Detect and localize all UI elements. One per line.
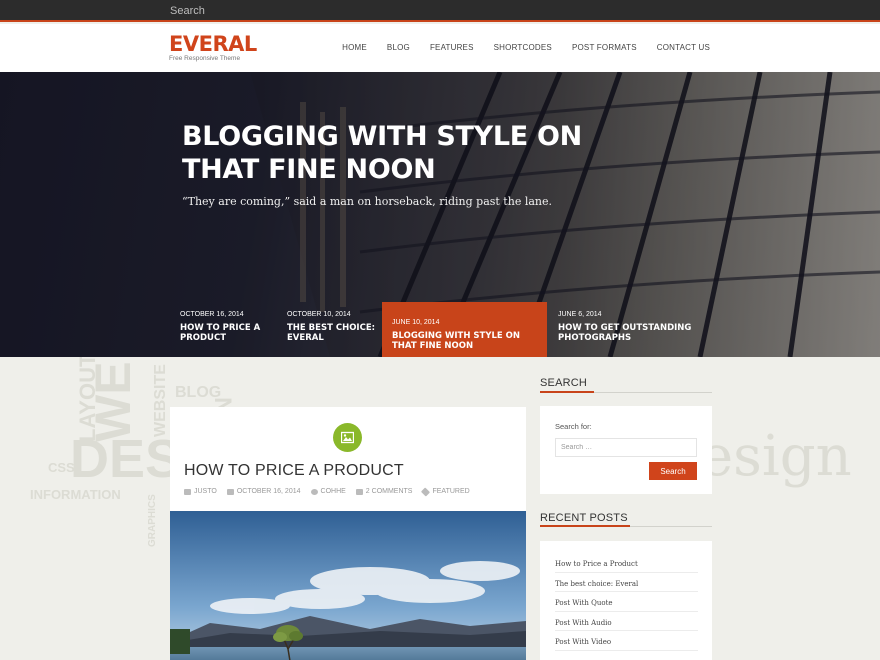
top-search-input[interactable] bbox=[170, 3, 470, 19]
slide-title: HOW TO PRICE A PRODUCT bbox=[180, 323, 261, 343]
recent-post-link[interactable]: How to Price a Product bbox=[555, 553, 698, 573]
nav-shortcodes[interactable]: SHORTCODES bbox=[494, 43, 552, 52]
post-user-label: COHHE bbox=[320, 488, 346, 495]
post-comments[interactable]: 2 COMMENTS bbox=[355, 488, 413, 495]
bg-word: GRAPHICS bbox=[147, 494, 158, 547]
slide-title: HOW TO GET OUTSTANDING PHOTOGRAPHS bbox=[558, 323, 692, 343]
recent-post-link[interactable]: Post With Quote bbox=[555, 592, 698, 612]
bg-word: INFORMATION bbox=[30, 487, 121, 502]
tag-icon bbox=[421, 486, 431, 497]
post-meta: JUSTO OCTOBER 16, 2014 COHHE 2 COMMENTS … bbox=[184, 486, 480, 497]
slide-title: BLOGGING WITH STYLE ON THAT FINE NOON bbox=[392, 331, 520, 351]
slide-item[interactable]: OCTOBER 10, 2014 THE BEST CHOICE: EVERAL bbox=[277, 301, 382, 357]
post-card: HOW TO PRICE A PRODUCT JUSTO OCTOBER 16,… bbox=[170, 407, 526, 660]
site-header: EVERAL Free Responsive Theme HOME BLOG F… bbox=[0, 24, 880, 72]
post-comments-label: 2 COMMENTS bbox=[365, 488, 413, 495]
post-user[interactable]: COHHE bbox=[310, 488, 346, 495]
slide-date: JUNE 6, 2014 bbox=[558, 311, 602, 318]
post-category[interactable]: FEATURED bbox=[421, 486, 470, 497]
post-date-label: OCTOBER 16, 2014 bbox=[236, 488, 301, 495]
post-date: OCTOBER 16, 2014 bbox=[226, 488, 301, 495]
post-featured-image[interactable] bbox=[170, 511, 526, 660]
recent-posts-list: How to Price a Product The best choice: … bbox=[555, 553, 698, 651]
nav-post-formats[interactable]: POST FORMATS bbox=[572, 43, 637, 52]
bg-word: LAYOUT bbox=[75, 357, 100, 442]
recent-posts-widget: How to Price a Product The best choice: … bbox=[540, 541, 712, 660]
nav-home[interactable]: HOME bbox=[342, 43, 367, 52]
search-widget-title: SEARCH bbox=[540, 377, 588, 389]
hero-subtitle: “They are coming,” said a man on horseba… bbox=[182, 195, 552, 208]
eye-icon bbox=[184, 488, 191, 495]
site-logo[interactable]: EVERAL bbox=[169, 32, 257, 56]
slider-thumbnails: OCTOBER 16, 2014 HOW TO PRICE A PRODUCT … bbox=[170, 301, 710, 357]
top-search-bar bbox=[0, 0, 880, 22]
search-label: Search for: bbox=[555, 422, 592, 431]
slide-date: OCTOBER 10, 2014 bbox=[287, 311, 351, 318]
post-title[interactable]: HOW TO PRICE A PRODUCT bbox=[184, 462, 404, 480]
hero-slider: BLOGGING WITH STYLE ON THAT FINE NOON “T… bbox=[0, 72, 880, 357]
widget-accent-line bbox=[540, 525, 630, 527]
main-nav: HOME BLOG FEATURES SHORTCODES POST FORMA… bbox=[322, 43, 710, 52]
slide-item[interactable]: JUNE 6, 2014 HOW TO GET OUTSTANDING PHOT… bbox=[548, 301, 708, 357]
bg-word: esign bbox=[700, 424, 852, 489]
hero-title[interactable]: BLOGGING WITH STYLE ON THAT FINE NOON bbox=[182, 120, 602, 186]
bg-word: CSS bbox=[48, 460, 75, 475]
slide-date: OCTOBER 16, 2014 bbox=[180, 311, 244, 318]
image-icon bbox=[333, 423, 362, 452]
recent-post-link[interactable]: Post With Audio bbox=[555, 612, 698, 631]
comment-icon bbox=[355, 488, 363, 495]
recent-post-link[interactable]: The best choice: Everal bbox=[555, 573, 698, 592]
site-tagline: Free Responsive Theme bbox=[169, 55, 241, 62]
nav-contact-us[interactable]: CONTACT US bbox=[657, 43, 710, 52]
recent-post-link[interactable]: Post With Video bbox=[555, 631, 698, 651]
slide-item[interactable]: OCTOBER 16, 2014 HOW TO PRICE A PRODUCT bbox=[170, 301, 277, 357]
post-category-label: FEATURED bbox=[432, 488, 470, 495]
user-icon bbox=[310, 488, 318, 495]
sidebar-search-input[interactable] bbox=[555, 438, 697, 457]
slide-item-active[interactable]: JUNE 10, 2014 BLOGGING WITH STYLE ON THA… bbox=[382, 302, 547, 357]
slide-date: JUNE 10, 2014 bbox=[392, 319, 440, 326]
search-button[interactable]: Search bbox=[649, 462, 697, 480]
post-author[interactable]: JUSTO bbox=[184, 488, 217, 495]
slide-title: THE BEST CHOICE: EVERAL bbox=[287, 323, 376, 343]
post-author-label: JUSTO bbox=[194, 488, 217, 495]
recent-posts-title: RECENT POSTS bbox=[540, 512, 628, 524]
search-widget: Search for: Search bbox=[540, 406, 712, 494]
widget-accent-line bbox=[540, 391, 594, 393]
bg-word: WEBSITE bbox=[152, 364, 169, 437]
nav-features[interactable]: FEATURES bbox=[430, 43, 474, 52]
nav-blog[interactable]: BLOG bbox=[387, 43, 410, 52]
calendar-icon bbox=[226, 488, 234, 495]
